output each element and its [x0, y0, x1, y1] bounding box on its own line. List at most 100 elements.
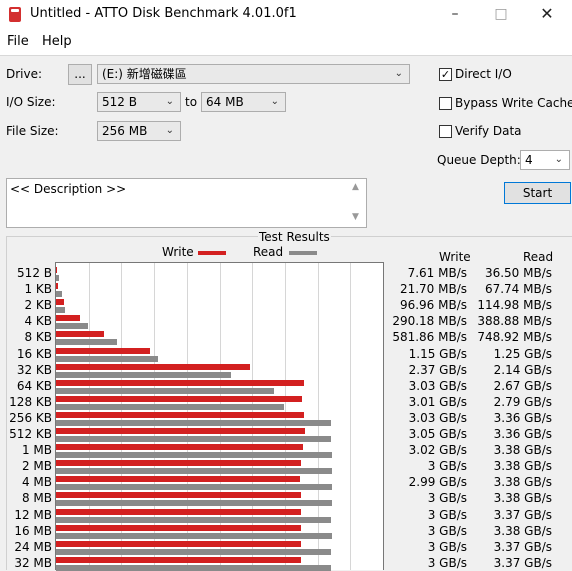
read-value: 114.98 MB/s	[477, 298, 552, 313]
legend-read-label: Read	[253, 245, 284, 259]
file-size-label: File Size:	[6, 124, 59, 138]
read-bar	[56, 500, 332, 507]
y-tick-label: 2 KB	[24, 298, 52, 313]
write-bar	[56, 444, 303, 451]
read-value: 3.38 GB/s	[493, 475, 552, 490]
write-bar	[56, 347, 150, 354]
write-bar	[56, 540, 301, 547]
scroll-down-icon[interactable]: ▼	[352, 212, 359, 222]
drive-select[interactable]: (E:) 新增磁碟區 ⌄	[97, 64, 410, 84]
write-value: 21.70 MB/s	[399, 282, 467, 297]
read-value: 3.37 GB/s	[493, 507, 552, 522]
write-value: 3.03 GB/s	[408, 410, 467, 425]
description-scrollbar[interactable]: ▲ ▼	[349, 179, 366, 227]
menu-bar	[0, 30, 572, 54]
read-bar	[56, 339, 117, 346]
write-bar	[56, 556, 301, 563]
io-size-from-select[interactable]: 512 B ⌄	[97, 92, 181, 112]
read-value: 748.92 MB/s	[477, 330, 552, 345]
read-bar	[56, 387, 274, 394]
file-size-select[interactable]: 256 MB ⌄	[97, 121, 181, 141]
write-value: 290.18 MB/s	[392, 314, 467, 329]
bar-chart-plot	[55, 262, 384, 571]
read-value: 3.38 GB/s	[493, 491, 552, 506]
read-value: 388.88 MB/s	[477, 314, 552, 329]
write-bar	[56, 411, 304, 418]
write-value: 3.03 GB/s	[408, 378, 467, 393]
queue-depth-select[interactable]: 4 ⌄	[520, 150, 570, 170]
write-value: 96.96 MB/s	[399, 298, 467, 313]
write-bar	[56, 267, 57, 273]
write-bar	[56, 492, 301, 499]
write-value: 3.01 GB/s	[408, 394, 467, 409]
drive-select-value: (E:) 新增磁碟區	[102, 67, 187, 81]
io-size-to-select[interactable]: 64 MB ⌄	[201, 92, 286, 112]
read-bar	[56, 452, 332, 459]
write-value: 3 GB/s	[427, 507, 467, 522]
description-textarea[interactable]: << Description >> ▲ ▼	[6, 178, 367, 228]
close-button[interactable]: ✕	[524, 0, 570, 30]
y-tick-label: 32 MB	[14, 555, 52, 570]
read-bar	[56, 548, 331, 555]
chevron-down-icon: ⌄	[270, 96, 279, 107]
write-bar	[56, 315, 80, 322]
read-value: 3.38 GB/s	[493, 459, 552, 474]
chevron-down-icon: ⌄	[554, 154, 563, 165]
maximize-button[interactable]: □	[478, 0, 524, 30]
read-value: 2.67 GB/s	[493, 378, 552, 393]
write-value: 7.61 MB/s	[407, 266, 467, 280]
description-text: << Description >>	[10, 182, 127, 196]
browse-drive-button[interactable]: ...	[68, 64, 92, 85]
y-tick-label: 128 KB	[9, 394, 52, 409]
queue-depth-label: Queue Depth:	[437, 153, 521, 167]
write-value: 3 GB/s	[427, 539, 467, 554]
read-bar	[56, 532, 332, 539]
y-tick-label: 4 MB	[21, 475, 52, 490]
chevron-down-icon: ⌄	[394, 68, 403, 79]
legend-write-label: Write	[162, 245, 194, 259]
y-tick-label: 12 MB	[14, 507, 52, 522]
y-tick-label: 4 KB	[24, 314, 52, 329]
read-bar	[56, 436, 331, 442]
chevron-down-icon: ⌄	[165, 125, 174, 136]
y-tick-label: 8 KB	[24, 330, 52, 345]
read-bar	[56, 307, 65, 314]
read-bar	[56, 371, 231, 378]
read-bar	[56, 323, 88, 330]
atto-app-icon	[9, 7, 21, 22]
y-tick-label: 1 MB	[21, 443, 52, 458]
read-value: 36.50 MB/s	[484, 266, 552, 280]
write-value: 2.37 GB/s	[408, 362, 467, 377]
io-size-to-value: 64 MB	[206, 95, 244, 109]
scroll-up-icon[interactable]: ▲	[352, 182, 359, 192]
read-bar	[56, 468, 332, 475]
y-tick-label: 256 KB	[9, 410, 52, 425]
read-value: 1.25 GB/s	[493, 346, 552, 361]
y-tick-label: 32 KB	[16, 362, 52, 377]
write-bar	[56, 524, 301, 531]
read-column-header: Read	[523, 250, 554, 264]
menu-file[interactable]: File	[7, 34, 29, 49]
write-bar	[56, 508, 301, 515]
y-tick-label: 512 B	[17, 266, 52, 280]
chart-title: Test Results	[258, 230, 331, 244]
write-value: 581.86 MB/s	[392, 330, 467, 345]
chevron-down-icon: ⌄	[165, 96, 174, 107]
menu-help[interactable]: Help	[42, 34, 72, 49]
write-value: 3 GB/s	[427, 523, 467, 538]
write-value: 1.15 GB/s	[408, 346, 467, 361]
drive-label: Drive:	[6, 67, 43, 81]
bypass-write-cache-label: Bypass Write Cache	[455, 96, 572, 110]
write-bar	[56, 299, 64, 306]
minimize-button[interactable]: –	[432, 0, 478, 30]
write-bar	[56, 363, 250, 370]
file-size-value: 256 MB	[102, 124, 148, 138]
read-value: 3.36 GB/s	[493, 410, 552, 425]
direct-io-checkbox[interactable]: ✓	[439, 68, 452, 81]
bypass-write-cache-checkbox[interactable]	[439, 97, 452, 110]
y-tick-label: 24 MB	[14, 539, 52, 554]
read-bar	[56, 291, 62, 298]
to-label: to	[185, 95, 198, 109]
start-button[interactable]: Start	[504, 182, 571, 204]
verify-data-checkbox[interactable]	[439, 125, 452, 138]
